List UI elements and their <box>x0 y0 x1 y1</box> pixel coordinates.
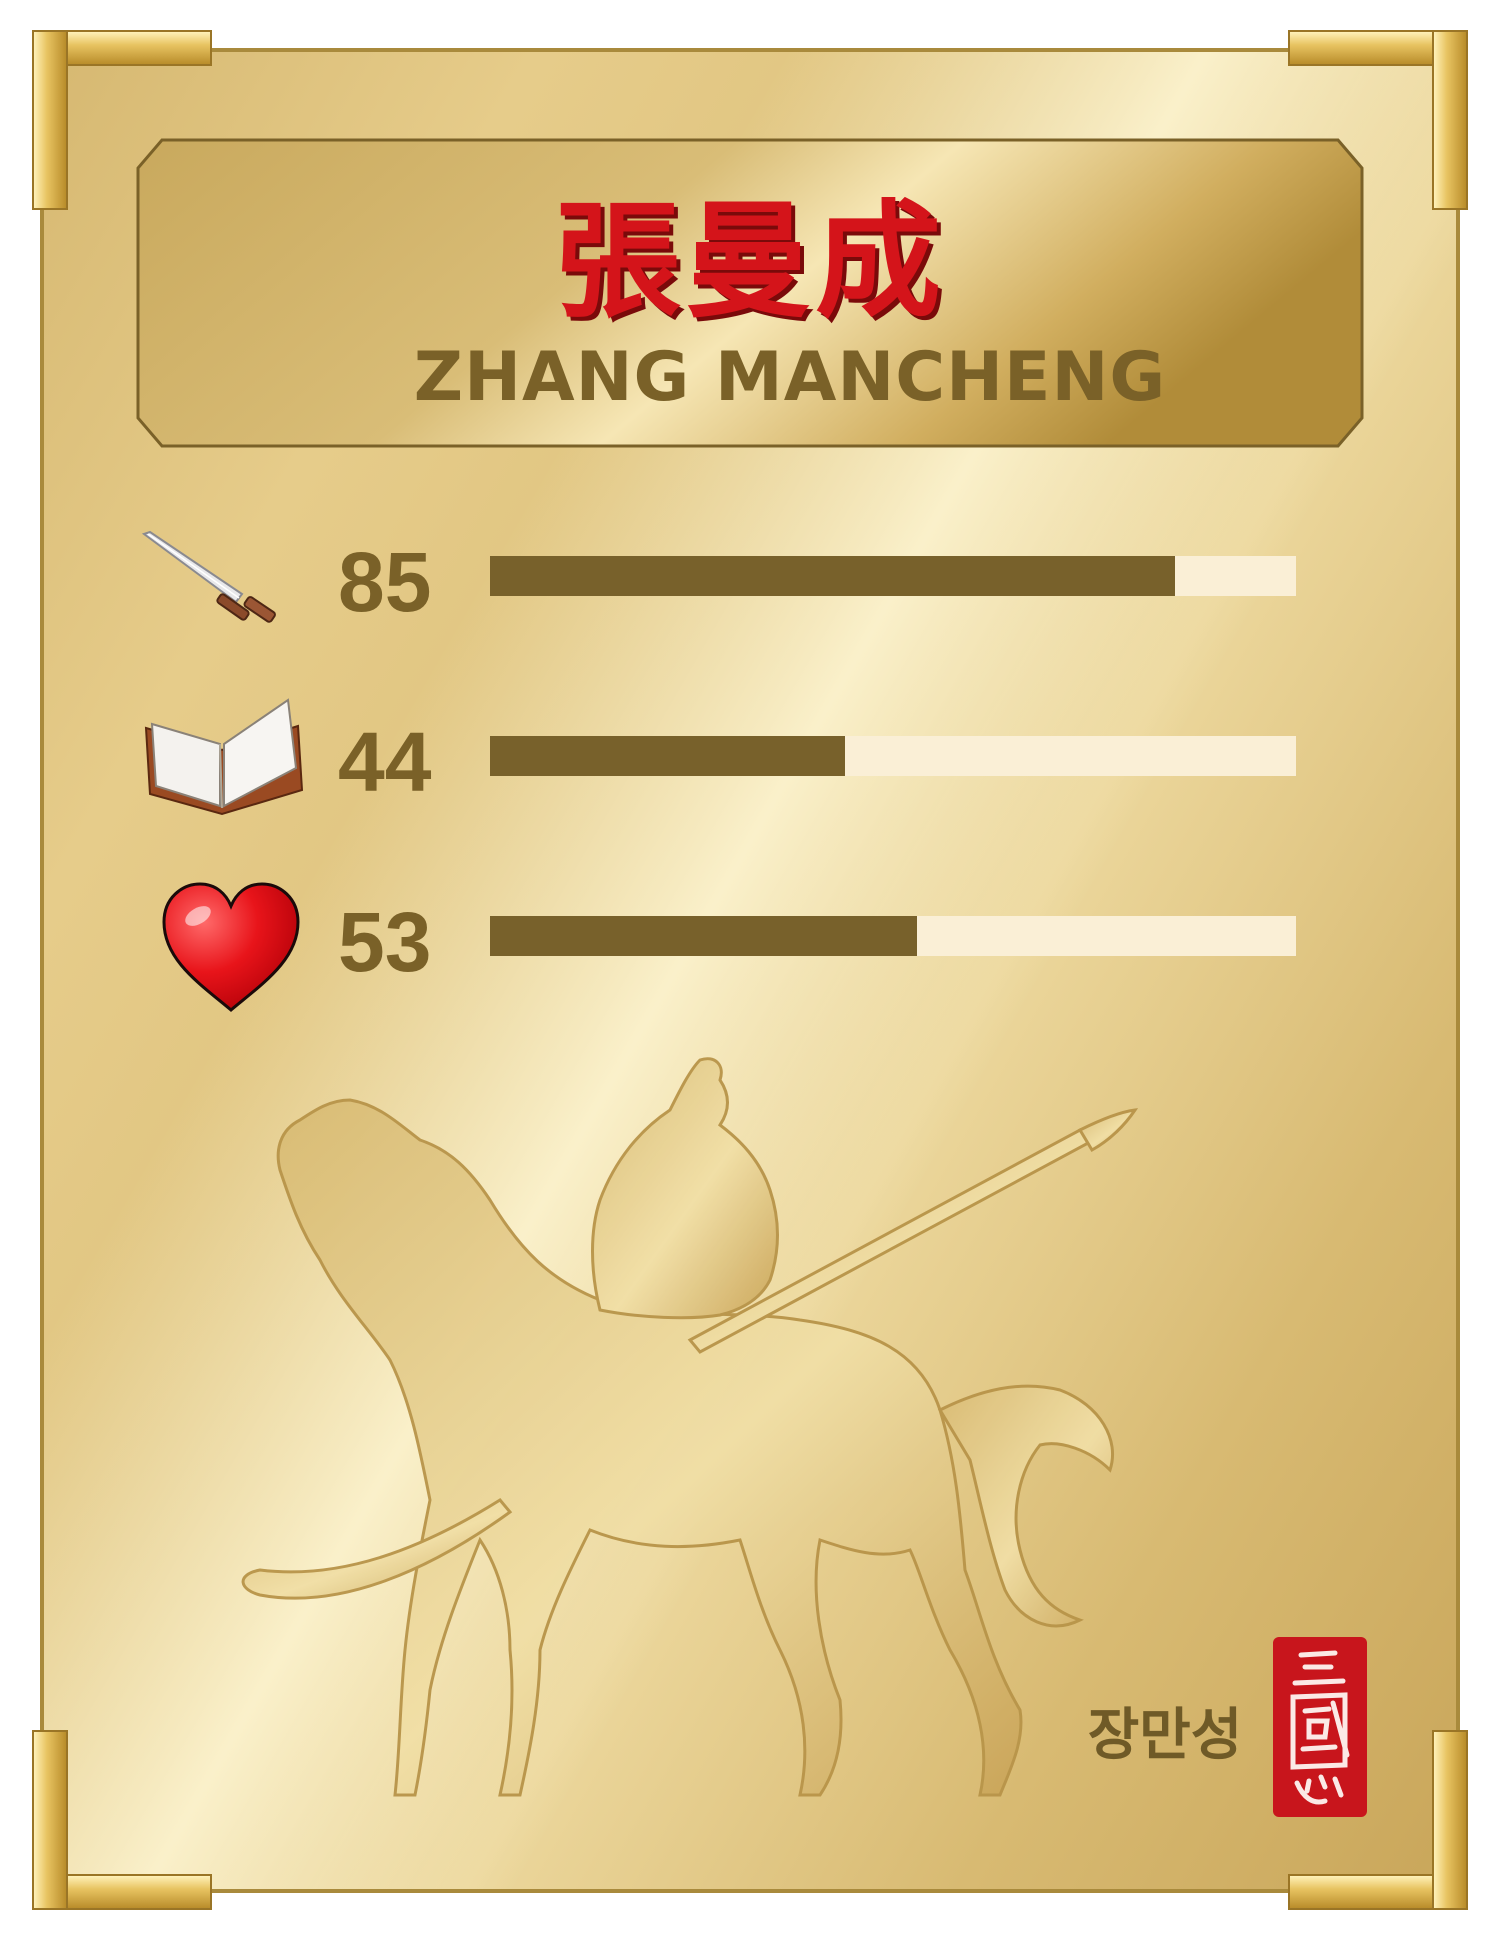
strength-bar-fill <box>490 556 1176 596</box>
intelligence-value: 44 <box>338 715 432 809</box>
sanguozhi-seal <box>1273 1637 1367 1817</box>
intelligence-bar-fill <box>490 736 845 776</box>
charisma-value: 53 <box>338 895 432 989</box>
horseman-silhouette <box>220 1050 1140 1834</box>
character-name-korean: 장만성 <box>1087 1703 1243 1768</box>
charisma-bar-fill <box>490 916 918 956</box>
book-icon <box>140 698 305 822</box>
character-name-english: ZHANG MANCHENG <box>413 338 1167 417</box>
intelligence-bar <box>490 736 1296 776</box>
sword-icon <box>140 528 300 632</box>
character-name-chinese: 張曼成 <box>555 188 945 335</box>
heart-icon <box>160 880 302 1020</box>
strength-bar <box>490 556 1296 596</box>
strength-value: 85 <box>338 535 432 629</box>
corner-ornament-bottom-left <box>32 1730 212 1910</box>
charisma-bar <box>490 916 1296 956</box>
